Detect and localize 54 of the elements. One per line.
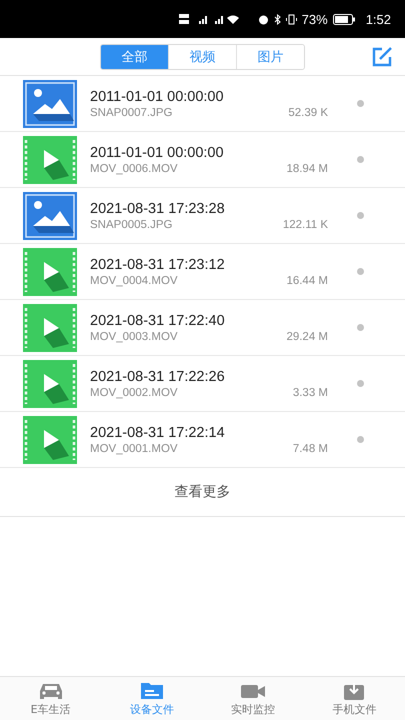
file-row[interactable]: 2021-08-31 17:23:28 SNAP0005.JPG 122.11 K [0,188,405,244]
file-size: 18.94 M [286,163,328,175]
file-row[interactable]: 2021-08-31 17:22:14 MOV_0001.MOV 7.48 M [0,412,405,468]
dot-icon [357,436,364,443]
nav-tab[interactable]: 实时监控 [202,677,304,720]
file-size: 3.33 M [292,387,328,399]
file-size: 122.11 K [282,219,328,231]
nav-tab[interactable]: E车生活 [0,677,102,720]
file-date: 2011-01-01 00:00:00 [90,88,225,106]
file-row[interactable]: 2021-08-31 17:22:26 MOV_0002.MOV 3.33 M [0,356,405,412]
folder-icon [140,680,164,700]
file-size: 52.39 K [288,107,328,119]
file-name: MOV_0002.MOV [90,387,178,399]
file-row[interactable]: 2021-08-31 17:22:40 MOV_0003.MOV 29.24 M [0,300,405,356]
video-file-icon [23,304,77,352]
file-row[interactable]: 2011-01-01 00:00:00 SNAP0007.JPG 52.39 K [0,76,405,132]
bluetooth-icon [274,14,281,24]
file-size: 7.48 M [292,443,328,455]
file-name: SNAP0005.JPG [90,219,172,231]
image-file-icon [23,80,77,128]
file-name: MOV_0006.MOV [90,163,178,175]
file-date: 2021-08-31 17:22:26 [90,368,226,386]
file-row[interactable]: 2021-08-31 17:23:12 MOV_0004.MOV 16.44 M [0,244,405,300]
battery-icon [332,14,355,24]
file-name: MOV_0003.MOV [90,331,178,343]
dot-icon [357,100,364,107]
signal-icon [178,13,239,25]
battery-percent: 73% [302,12,328,26]
video-file-icon [23,136,77,184]
dot-icon [357,268,364,275]
dot-icon [357,156,364,163]
dot-icon [357,380,364,387]
file-name: MOV_0001.MOV [90,443,178,455]
file-size: 29.24 M [286,331,328,343]
dot-icon [357,324,364,331]
file-date: 2021-08-31 17:22:14 [90,424,226,442]
video-file-icon [23,360,77,408]
edit-icon[interactable] [371,46,393,68]
image-file-icon [23,192,77,240]
clock: 1:52 [366,12,391,26]
video-file-icon [23,248,77,296]
dot-icon [357,212,364,219]
file-row[interactable]: 2011-01-01 00:00:00 MOV_0006.MOV 18.94 M [0,132,405,188]
vibrate-icon [286,14,297,24]
file-date: 2021-08-31 17:23:28 [90,200,226,218]
file-name: SNAP0007.JPG [90,107,172,119]
nav-tab[interactable]: 手机文件 [304,677,405,720]
file-name: MOV_0004.MOV [90,275,178,287]
file-date: 2021-08-31 17:23:12 [90,256,226,274]
file-size: 16.44 M [286,275,328,287]
file-date: 2021-08-31 17:22:40 [90,312,226,330]
video-file-icon [23,416,77,464]
load-more-button[interactable]: 查看更多 [0,468,405,517]
file-date: 2011-01-01 00:00:00 [90,144,225,162]
